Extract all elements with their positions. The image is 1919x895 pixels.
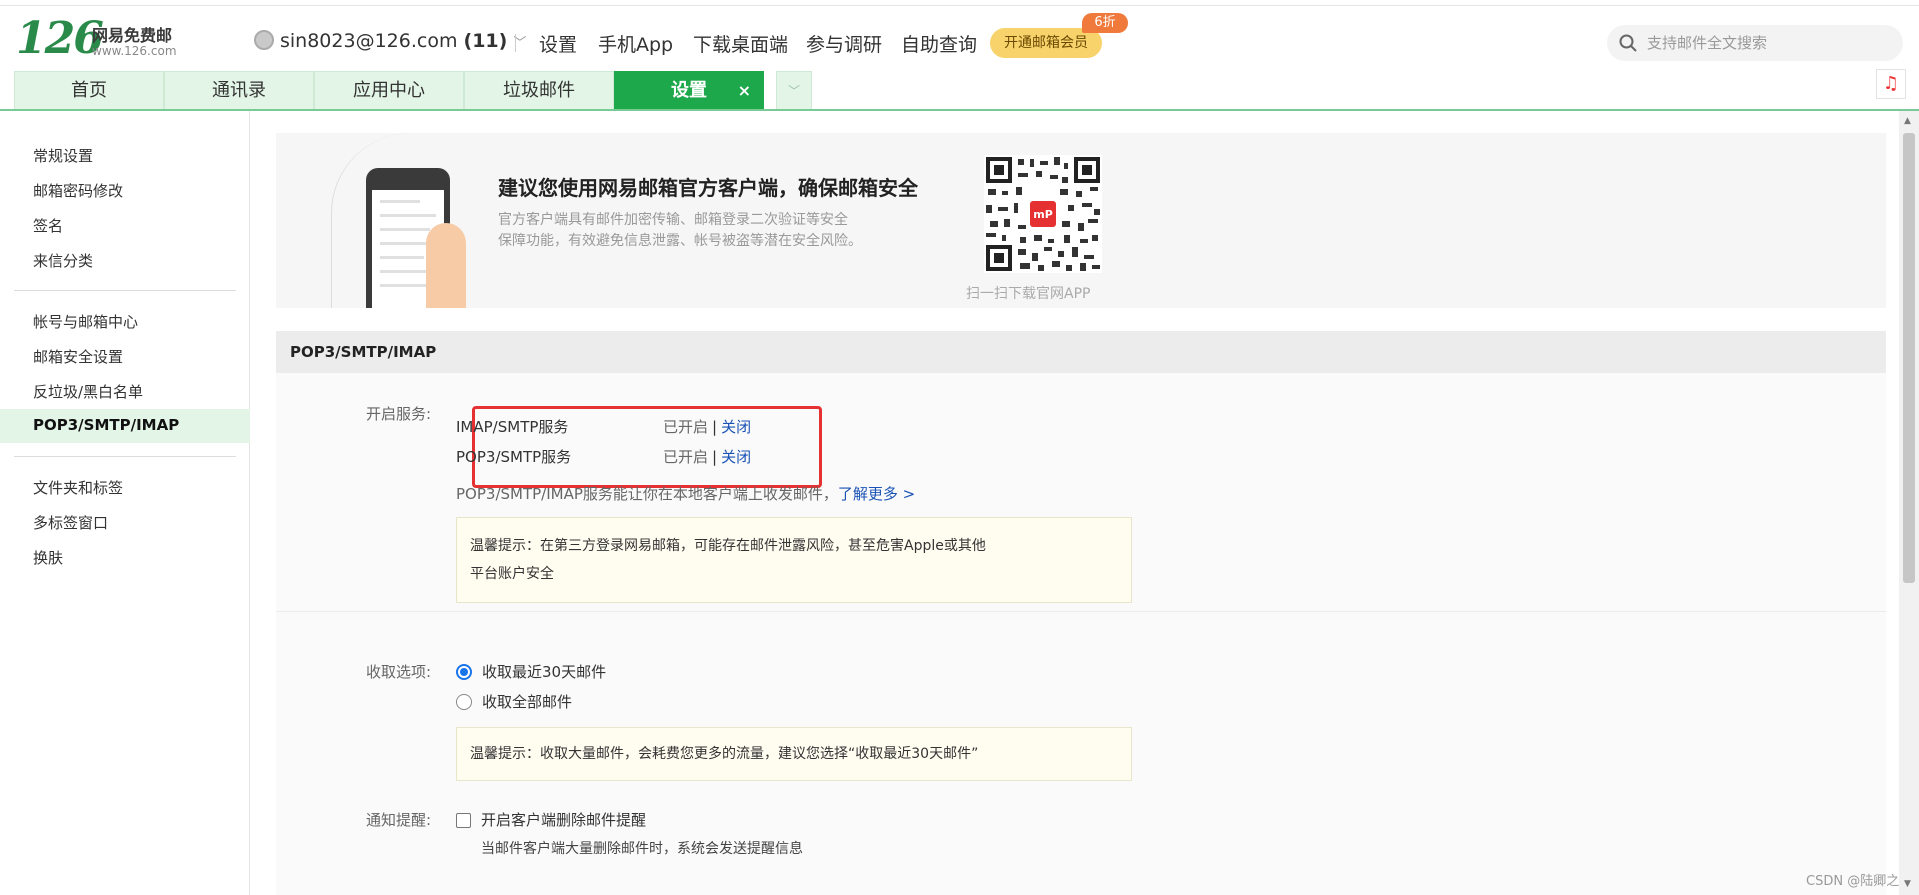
mail-settings-page: 126 网易免费邮 www.126.com sin8023@126.com (1… [0, 0, 1919, 895]
sidebar-item-skin[interactable]: 换肤 [33, 547, 63, 568]
nav-download-desktop[interactable]: 下载桌面端 [693, 30, 788, 57]
imap-service-name: IMAP/SMTP服务 [456, 418, 569, 436]
sidebar-item-multi-tab[interactable]: 多标签窗口 [33, 512, 108, 533]
traffic-tip-text: 温馨提示：收取大量邮件，会耗费您更多的流量，建议您选择“收取最近30天邮件” [470, 746, 979, 762]
service-label: 开启服务: [366, 405, 432, 423]
warning-tip-line2: 平台账户安全 [470, 566, 554, 582]
tab-home[interactable]: 首页 [14, 71, 164, 109]
row-divider [276, 611, 1886, 612]
checkbox[interactable] [456, 813, 471, 828]
section-header: POP3/SMTP/IMAP [276, 331, 1886, 373]
music-icon[interactable]: ♫ [1876, 69, 1906, 99]
banner-desc-line1: 官方客户端具有邮件加密传输、邮箱登录二次验证等安全 [498, 212, 848, 228]
sidebar-item-general[interactable]: 常规设置 [33, 145, 93, 166]
logo-name: 网易免费邮 [92, 26, 173, 45]
imap-service-status: 已开启 | 关闭 [663, 418, 752, 436]
sidebar-item-mail-classification[interactable]: 来信分类 [33, 250, 93, 271]
tab-spam[interactable]: 垃圾邮件 [464, 71, 614, 109]
receive-option-30-days[interactable]: 收取最近30天邮件 [456, 661, 606, 682]
hand-illustration [426, 223, 466, 308]
tab-contacts[interactable]: 通讯录 [164, 71, 314, 109]
header-divider [515, 34, 516, 52]
learn-more-link[interactable]: 了解更多 > [838, 485, 915, 503]
watermark: CSDN @陆卿之 [1806, 874, 1900, 889]
search-icon [1619, 34, 1637, 52]
service-description: POP3/SMTP/IMAP服务能让你在本地客户端上收发邮件，了解更多 > [456, 485, 916, 503]
notify-label: 通知提醒: [366, 811, 432, 829]
sidebar-item-antispam[interactable]: 反垃圾/黑白名单 [33, 381, 143, 402]
warning-tip: 温馨提示：在第三方登录网易邮箱，可能存在邮件泄露风险，甚至危害Apple或其他 … [456, 517, 1132, 603]
sidebar-item-signature[interactable]: 签名 [33, 215, 63, 236]
logo[interactable]: 126 网易免费邮 www.126.com [16, 16, 206, 66]
receive-option-all[interactable]: 收取全部邮件 [456, 691, 572, 712]
chevron-down-icon[interactable]: ﹀ [776, 71, 812, 109]
svg-text:mP: mP [1033, 208, 1053, 221]
pop3-service-name: POP3/SMTP服务 [456, 448, 572, 466]
client-promo-banner: 建议您使用网易邮箱官方客户端，确保邮箱安全 官方客户端具有邮件加密传输、邮箱登录… [276, 133, 1886, 308]
account-menu[interactable]: sin8023@126.com (11) ﹀ [254, 30, 526, 52]
nav-self-service[interactable]: 自助查询 [901, 30, 977, 57]
sidebar-item-folders-tags[interactable]: 文件夹和标签 [33, 477, 123, 498]
sidebar-divider [14, 290, 236, 291]
pop3-service-status: 已开启 | 关闭 [663, 448, 752, 466]
banner-desc-line2: 保障功能，有效避免信息泄露、帐号被盗等潜在安全风险。 [498, 233, 862, 249]
logo-number: 126 [16, 13, 104, 64]
section-title: POP3/SMTP/IMAP [290, 343, 437, 361]
nav-settings[interactable]: 设置 [539, 30, 577, 57]
notify-checkbox-row[interactable]: 开启客户端删除邮件提醒 [456, 809, 646, 830]
header: 126 网易免费邮 www.126.com sin8023@126.com (1… [0, 6, 1919, 70]
banner-title: 建议您使用网易邮箱官方客户端，确保邮箱安全 [498, 176, 918, 200]
receive-label: 收取选项: [366, 663, 432, 681]
unread-count: (11) [463, 30, 508, 52]
imap-close-link[interactable]: 关闭 [721, 418, 751, 436]
search-box[interactable] [1607, 25, 1903, 61]
vip-discount-badge: 6折 [1082, 13, 1128, 33]
account-email: sin8023@126.com [280, 30, 458, 52]
tab-app-center[interactable]: 应用中心 [314, 71, 464, 109]
tab-settings[interactable]: 设置 × [614, 71, 764, 109]
sidebar-item-pop3-smtp-imap[interactable]: POP3/SMTP/IMAP [33, 416, 179, 434]
nav-mobile-app[interactable]: 手机App [598, 30, 673, 57]
logo-url: www.126.com [92, 44, 177, 58]
radio-unchecked-icon[interactable] [456, 694, 472, 710]
sidebar-divider [14, 456, 236, 457]
scroll-thumb[interactable] [1903, 133, 1915, 583]
traffic-tip: 温馨提示：收取大量邮件，会耗费您更多的流量，建议您选择“收取最近30天邮件” [456, 727, 1132, 781]
sidebar-item-password[interactable]: 邮箱密码修改 [33, 180, 123, 201]
qr-code: mP [984, 155, 1102, 273]
nav-survey[interactable]: 参与调研 [806, 30, 882, 57]
scroll-up-icon[interactable]: ▲ [1904, 116, 1911, 126]
notify-note: 当邮件客户端大量删除邮件时，系统会发送提醒信息 [481, 841, 803, 857]
sidebar-item-account-center[interactable]: 帐号与邮箱中心 [33, 311, 138, 332]
radio-checked-icon[interactable] [456, 664, 472, 680]
settings-sidebar: 常规设置 邮箱密码修改 签名 来信分类 帐号与邮箱中心 邮箱安全设置 反垃圾/黑… [0, 111, 250, 895]
scroll-down-icon[interactable]: ▼ [1904, 879, 1911, 889]
pop3-close-link[interactable]: 关闭 [721, 448, 751, 466]
close-icon[interactable]: × [738, 72, 751, 110]
section-body: 开启服务: IMAP/SMTP服务 已开启 | 关闭 POP3/SMTP服务 已开启… [276, 373, 1886, 895]
tab-settings-label: 设置 [671, 80, 707, 101]
settings-main: 建议您使用网易邮箱官方客户端，确保邮箱安全 官方客户端具有邮件加密传输、邮箱登录… [251, 111, 1897, 895]
warning-tip-line1: 温馨提示：在第三方登录网易邮箱，可能存在邮件泄露风险，甚至危害Apple或其他 [470, 538, 986, 554]
qr-caption: 扫一扫下载官网APP [966, 286, 1091, 302]
scrollbar[interactable]: ▲ ▼ [1899, 111, 1919, 895]
sidebar-item-security[interactable]: 邮箱安全设置 [33, 346, 123, 367]
avatar [254, 30, 274, 50]
search-input[interactable] [1647, 31, 1887, 55]
